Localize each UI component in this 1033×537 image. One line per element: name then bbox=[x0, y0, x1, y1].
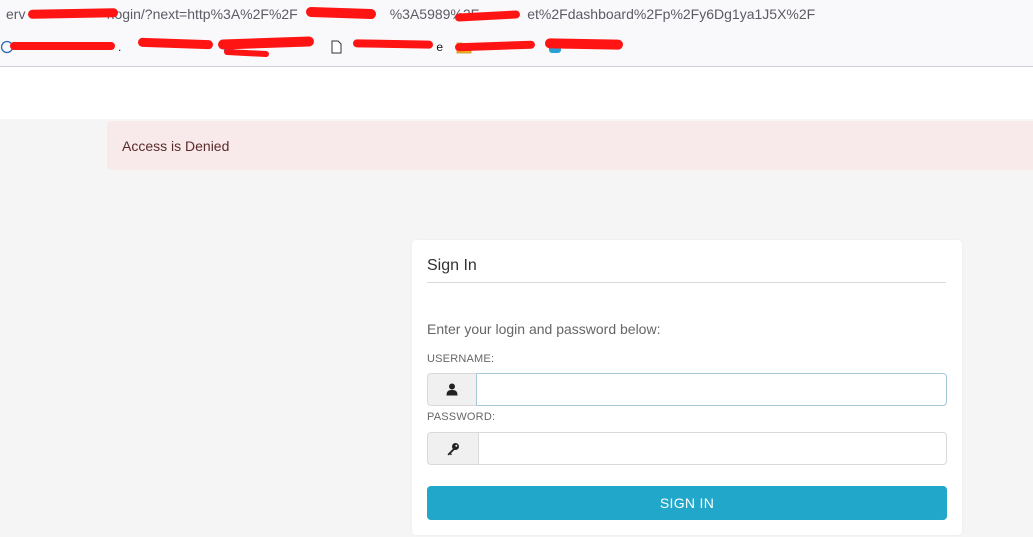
password-input-group bbox=[427, 432, 947, 465]
username-label: USERNAME: bbox=[427, 353, 495, 365]
app-header bbox=[0, 67, 1033, 119]
redaction-mark bbox=[352, 39, 434, 49]
redaction-mark bbox=[10, 42, 115, 50]
redaction-mark bbox=[27, 8, 119, 19]
username-input-group bbox=[427, 373, 947, 406]
url-end: et%2Fdashboard%2Fp%2Fy6Dg1ya1J5X%2F bbox=[527, 6, 816, 22]
user-icon bbox=[427, 373, 476, 406]
url-text[interactable]: erv/login/?next=http%3A%2F%2F %3A5989%2F e… bbox=[6, 6, 815, 22]
login-title: Sign In bbox=[427, 257, 477, 274]
sign-in-button[interactable]: SIGN IN bbox=[427, 486, 947, 520]
browser-chrome: erv/login/?next=http%3A%2F%2F %3A5989%2F e… bbox=[0, 0, 1033, 67]
password-label: PASSWORD: bbox=[427, 411, 496, 423]
divider bbox=[427, 282, 946, 283]
document-icon bbox=[329, 40, 343, 54]
password-input[interactable] bbox=[478, 432, 947, 465]
url-start: erv bbox=[6, 6, 26, 22]
alert-message: Access is Denied bbox=[122, 137, 230, 154]
key-icon bbox=[427, 432, 478, 465]
username-input[interactable] bbox=[476, 373, 947, 406]
login-instructions: Enter your login and password below: bbox=[427, 321, 661, 337]
url-mid: /login/?next=http%3A%2F%2F bbox=[107, 6, 298, 22]
address-bar[interactable]: erv/login/?next=http%3A%2F%2F %3A5989%2F e… bbox=[0, 0, 1033, 30]
access-denied-alert: Access is Denied bbox=[107, 121, 1033, 170]
login-panel: Sign In Enter your login and password be… bbox=[412, 240, 962, 535]
bookmarks-toolbar: . e bbox=[0, 34, 1033, 60]
redaction-mark bbox=[544, 38, 624, 50]
